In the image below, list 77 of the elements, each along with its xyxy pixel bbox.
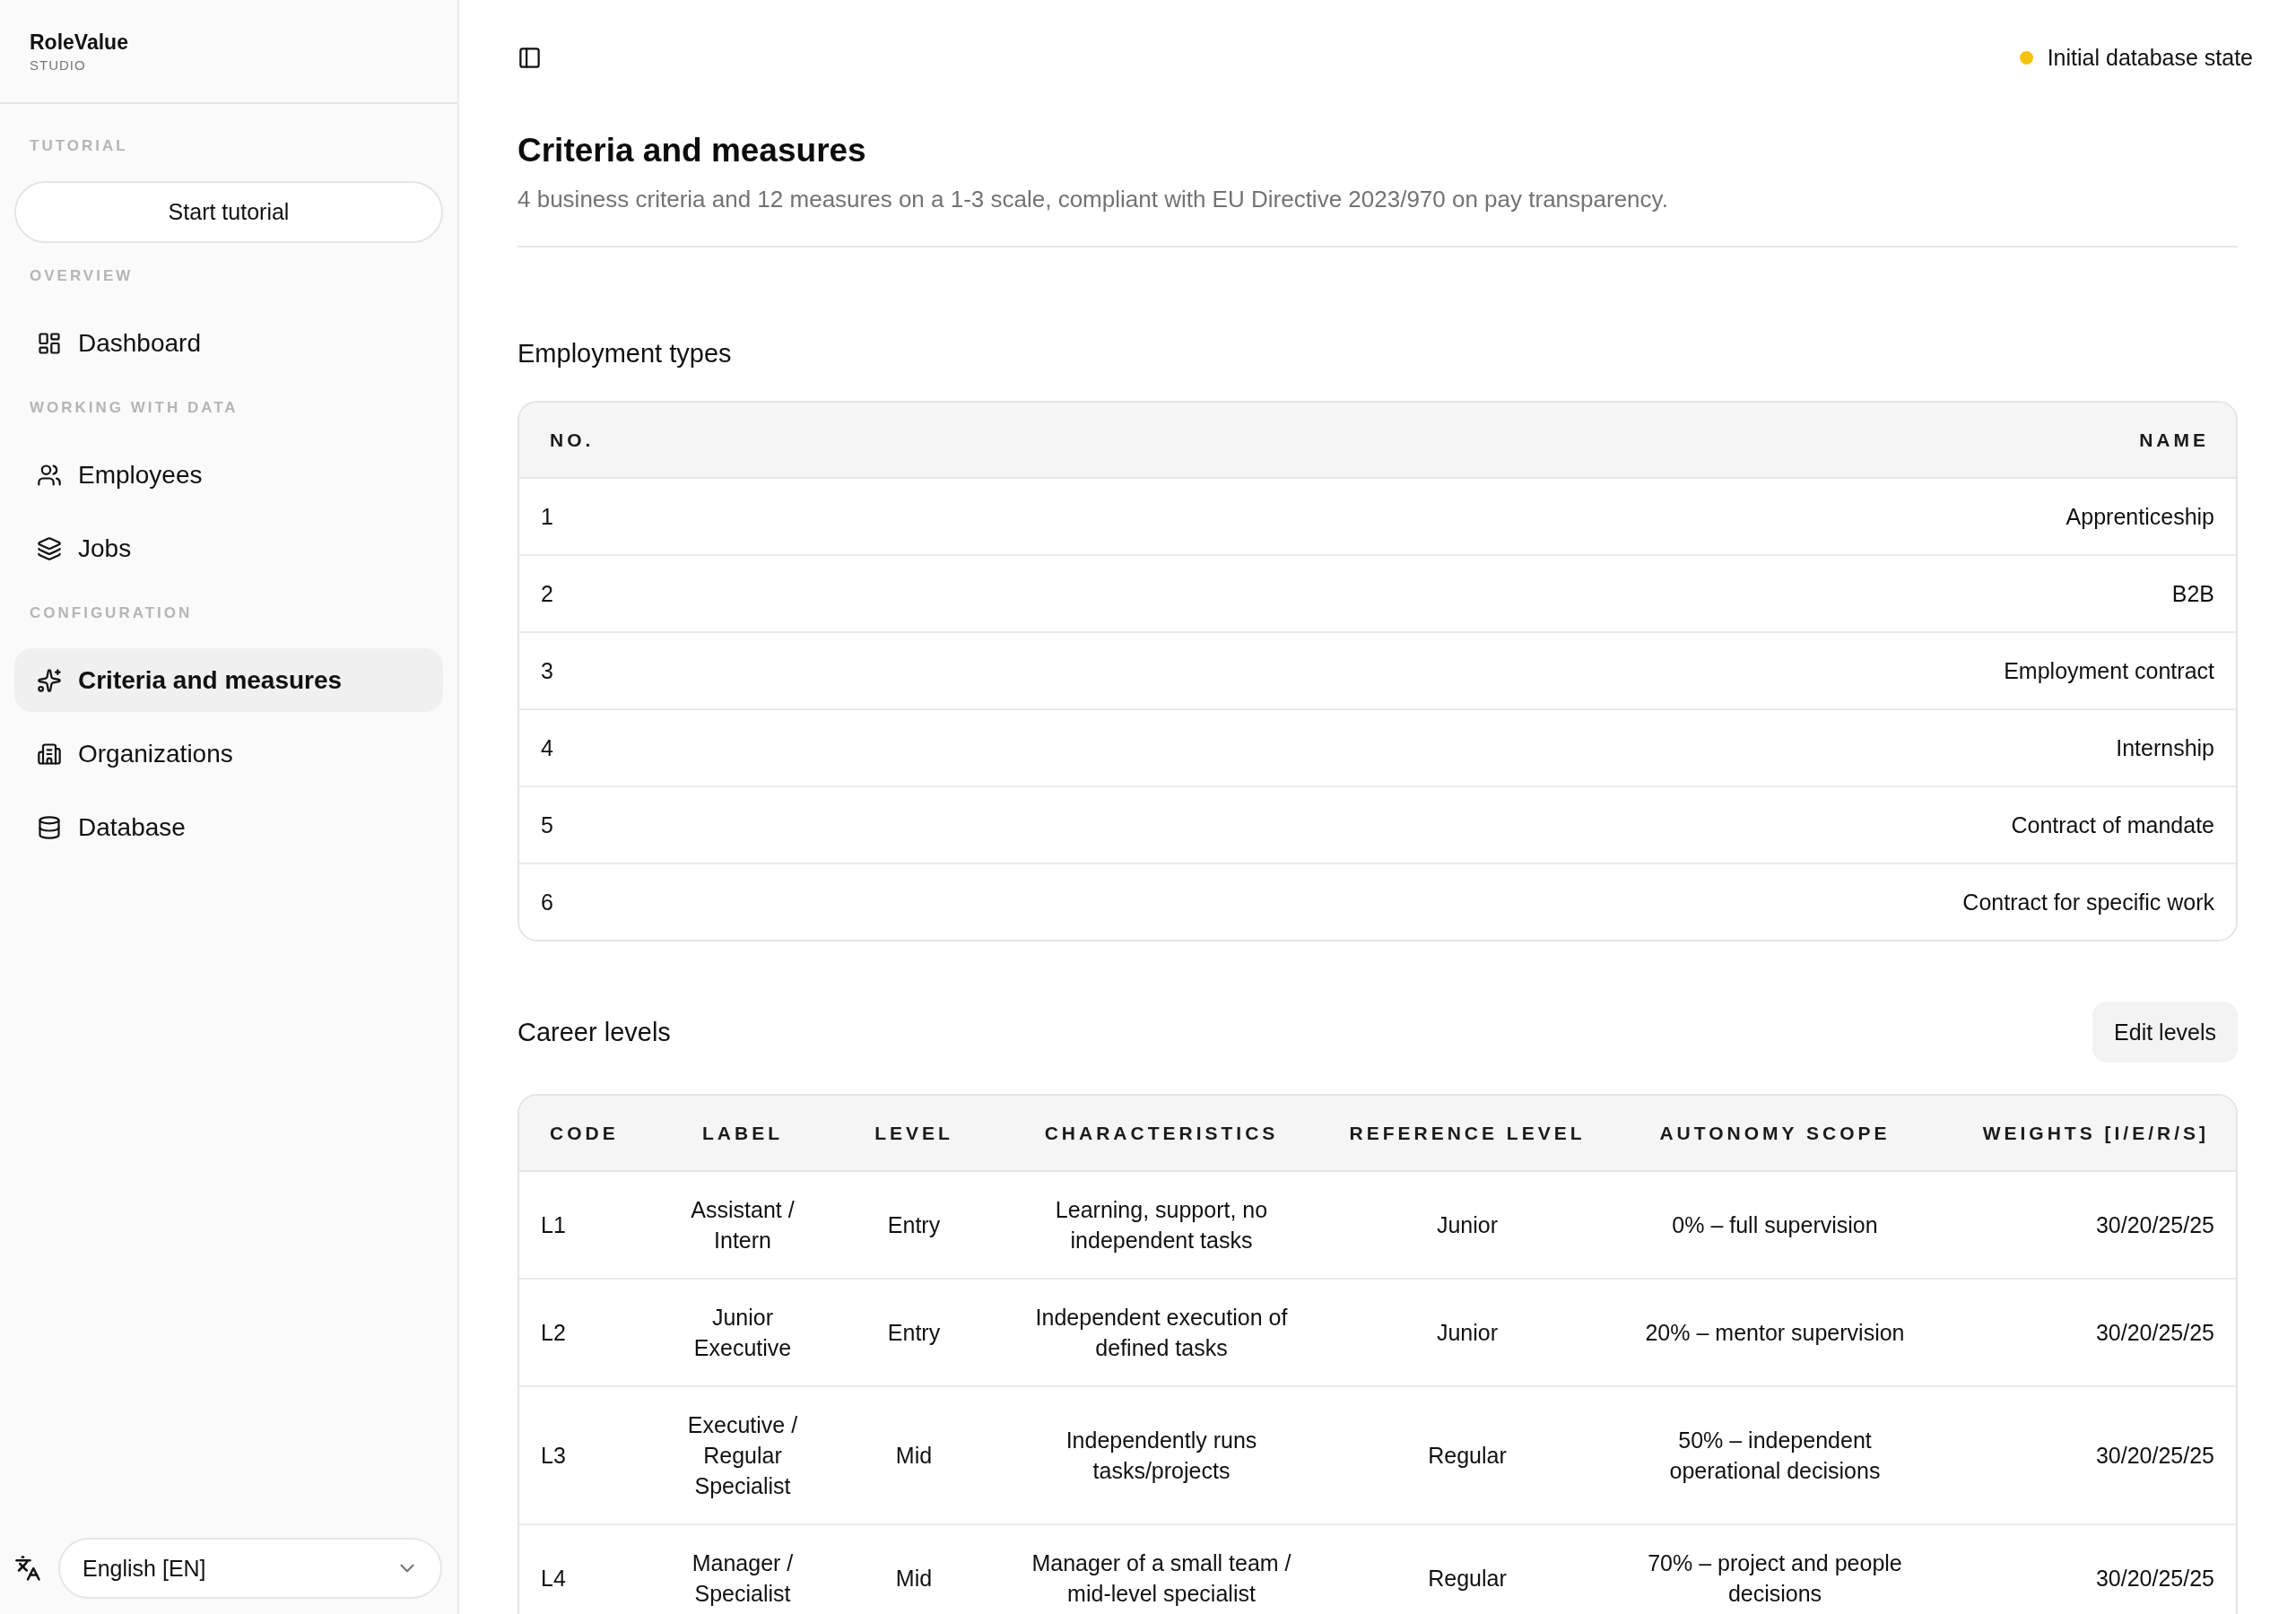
sparkles-icon xyxy=(37,667,62,693)
table-cell: 20% – mentor supervision xyxy=(1615,1279,1935,1386)
nav-item[interactable]: Employees xyxy=(14,443,443,507)
column-header: WEIGHTS [I/E/R/S] xyxy=(1935,1096,2236,1171)
tutorial-button[interactable]: Start tutorial xyxy=(14,181,443,243)
table-cell: B2B xyxy=(1378,555,2236,632)
translate-icon xyxy=(14,1555,41,1582)
table-cell: 3 xyxy=(519,632,1378,709)
table-cell: 6 xyxy=(519,863,1378,940)
table-cell: Assistant / Intern xyxy=(661,1171,824,1279)
column-header: NAME xyxy=(1378,403,2236,478)
table-cell: 30/20/25/25 xyxy=(1935,1386,2236,1524)
table-cell: Manager / Specialist xyxy=(661,1524,824,1614)
section-label: TUTORIAL xyxy=(29,136,128,156)
column-header: CODE xyxy=(519,1096,661,1171)
table-cell: Contract for specific work xyxy=(1378,863,2236,940)
table-cell: 5 xyxy=(519,786,1378,863)
column-header: LEVEL xyxy=(824,1096,1004,1171)
column-header: NO. xyxy=(519,403,1378,478)
status-text: Initial database state xyxy=(2047,44,2253,71)
table-cell: 70% – project and people decisions xyxy=(1615,1524,1935,1614)
table-cell: 30/20/25/25 xyxy=(1935,1524,2236,1614)
page-subtitle: 4 business criteria and 12 measures on a 1-3 scale, compliant with EU Directive 2023/970 on pay transparency. xyxy=(517,185,1668,214)
section-label: CONFIGURATION xyxy=(29,603,193,623)
column-header: LABEL xyxy=(661,1096,824,1171)
table-cell: Employment contract xyxy=(1378,632,2236,709)
dashboard-icon xyxy=(37,330,62,356)
table-cell: Entry xyxy=(824,1171,1004,1279)
table-cell: Entry xyxy=(824,1279,1004,1386)
database-icon xyxy=(37,814,62,840)
table-cell: Contract of mandate xyxy=(1378,786,2236,863)
page-title: Criteria and measures xyxy=(517,131,866,170)
column-header: CHARACTERISTICS xyxy=(1004,1096,1319,1171)
table-cell: Mid xyxy=(824,1524,1004,1614)
table-cell: Regular xyxy=(1319,1524,1615,1614)
section-label: WORKING WITH DATA xyxy=(29,398,239,418)
table-cell: 1 xyxy=(519,478,1378,555)
table-cell: Internship xyxy=(1378,709,2236,786)
panel-icon[interactable] xyxy=(517,45,542,70)
nav-item[interactable]: Organizations xyxy=(14,722,443,785)
users-icon xyxy=(37,462,62,488)
section-title: Career levels xyxy=(517,1017,671,1047)
section-label: OVERVIEW xyxy=(29,266,134,286)
column-header: REFERENCE LEVEL xyxy=(1319,1096,1615,1171)
table-cell: Manager of a small team / mid-level specialist xyxy=(1004,1524,1319,1614)
table-cell: L4 xyxy=(519,1524,661,1614)
table-cell: Independent execution of defined tasks xyxy=(1004,1279,1319,1386)
table-cell: Junior Executive xyxy=(661,1279,824,1386)
language-select[interactable]: English [EN] xyxy=(58,1538,442,1599)
nav-item[interactable]: Criteria and measures xyxy=(14,648,443,712)
table-cell: Learning, support, no independent tasks xyxy=(1004,1171,1319,1279)
nav-item[interactable]: Jobs xyxy=(14,516,443,580)
table-cell: Apprenticeship xyxy=(1378,478,2236,555)
brand-tagline: STUDIO xyxy=(30,57,86,74)
table-cell: Independently runs tasks/projects xyxy=(1004,1386,1319,1524)
table-cell: 0% – full supervision xyxy=(1615,1171,1935,1279)
table-cell: Mid xyxy=(824,1386,1004,1524)
table-cell: L3 xyxy=(519,1386,661,1524)
table-cell: 50% – independent operational decisions xyxy=(1615,1386,1935,1524)
table-cell: Junior xyxy=(1319,1171,1615,1279)
table-cell: 30/20/25/25 xyxy=(1935,1279,2236,1386)
nav-item[interactable]: Dashboard xyxy=(14,311,443,375)
building-icon xyxy=(37,741,62,767)
table-cell: Executive / Regular Specialist xyxy=(661,1386,824,1524)
table-cell: L1 xyxy=(519,1171,661,1279)
table-cell: 4 xyxy=(519,709,1378,786)
table-cell: Junior xyxy=(1319,1279,1615,1386)
nav-item[interactable]: Database xyxy=(14,795,443,859)
column-header: AUTONOMY SCOPE xyxy=(1615,1096,1935,1171)
section-title: Employment types xyxy=(517,338,732,369)
table-cell: Regular xyxy=(1319,1386,1615,1524)
brand-name: RoleValue xyxy=(30,30,128,55)
layers-icon xyxy=(37,535,62,561)
table-cell: 30/20/25/25 xyxy=(1935,1171,2236,1279)
table-cell: 2 xyxy=(519,555,1378,632)
table-cell: L2 xyxy=(519,1279,661,1386)
edit-button[interactable]: Edit levels xyxy=(2092,1002,2238,1063)
